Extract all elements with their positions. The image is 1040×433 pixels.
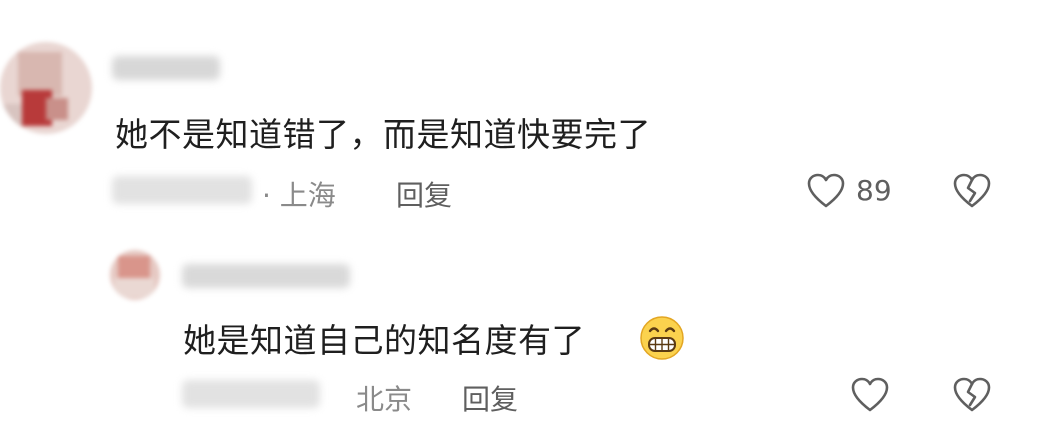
comment-location: · 上海 (262, 179, 336, 212)
username-redacted[interactable] (112, 56, 220, 80)
broken-heart-icon (952, 172, 992, 210)
timestamp-redacted (112, 176, 252, 204)
reply-item: 她是知道自己的知名度有了 北京 回复 (0, 230, 1040, 433)
dislike-button[interactable] (952, 376, 992, 414)
comment-item: 她不是知道错了，而是知道快要完了 · 上海 回复 89 (0, 0, 1040, 230)
dislike-button[interactable] (952, 172, 992, 210)
avatar[interactable] (0, 42, 92, 134)
comment-location: 北京 (356, 383, 413, 416)
username-redacted[interactable] (182, 264, 350, 288)
grinning-face-emoji (638, 314, 686, 362)
reply-button[interactable]: 回复 (396, 174, 452, 214)
comment-text: 她不是知道错了，而是知道快要完了 (115, 115, 651, 154)
like-button[interactable] (850, 376, 890, 414)
comment-text: 她是知道自己的知名度有了 (183, 321, 585, 360)
like-button[interactable] (806, 172, 846, 210)
heart-icon (850, 376, 890, 414)
reply-button[interactable]: 回复 (462, 378, 518, 418)
like-count: 89 (856, 174, 892, 207)
heart-icon (806, 172, 846, 210)
timestamp-redacted (182, 380, 320, 408)
broken-heart-icon (952, 376, 992, 414)
avatar[interactable] (110, 250, 160, 300)
